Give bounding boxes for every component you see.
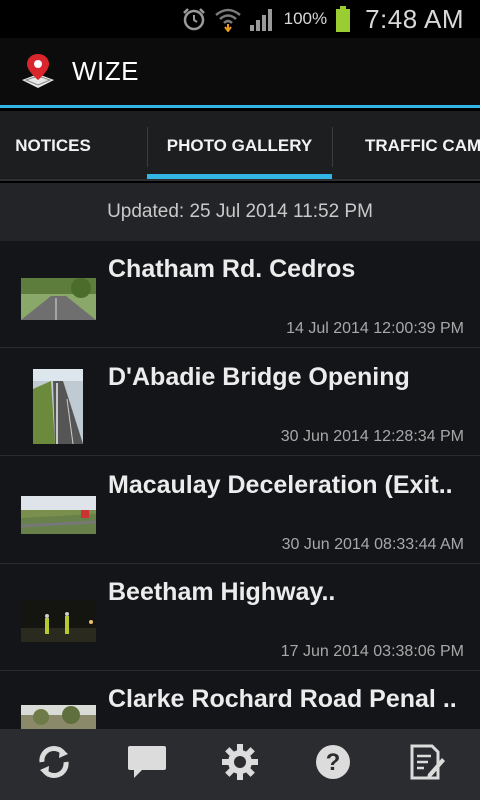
bottom-toolbar: ? [0,729,480,800]
photo-date: 14 Jul 2014 12:00:39 PM [286,320,464,337]
tab-notices[interactable]: NOTICES [0,111,106,179]
tab-label: NOTICES [15,136,91,155]
chat-icon [126,742,168,787]
tab-traffic-cams[interactable]: TRAFFIC CAMS [365,111,480,179]
battery-icon [333,5,353,33]
photo-date: 17 Jun 2014 03:38:06 PM [280,643,464,660]
refresh-button[interactable] [24,735,84,795]
map-pin-icon [20,52,56,92]
chat-button[interactable] [117,735,177,795]
photo-date: 30 Jun 2014 12:28:34 PM [280,428,464,445]
tab-photo-gallery[interactable]: PHOTO GALLERY [147,111,332,179]
edit-report-icon [406,742,446,787]
photo-thumbnail [21,705,96,729]
last-updated-label: Updated: 25 Jul 2014 11:52 PM [0,183,480,241]
help-icon: ? [313,742,353,787]
status-bar: 100% 7:48 AM [0,0,480,38]
photo-title: D'Abadie Bridge Opening [108,363,410,391]
photo-title: Macaulay Deceleration (Exit.. [108,471,453,499]
photo-date: 30 Jun 2014 08:33:44 AM [281,536,464,553]
svg-text:?: ? [325,749,340,776]
signal-icon [248,5,276,33]
photo-title: Chatham Rd. Cedros [108,255,356,283]
photo-gallery-list[interactable]: Chatham Rd. Cedros 14 Jul 2014 12:00:39 … [0,241,480,729]
list-item[interactable]: Clarke Rochard Road Penal .. [0,671,480,729]
tab-bar: NOTICES PHOTO GALLERY TRAFFIC CAMS [0,111,480,181]
settings-icon [220,742,260,787]
report-button[interactable] [396,735,456,795]
photo-title: Clarke Rochard Road Penal .. [108,685,457,713]
action-bar: WIZE [0,38,480,108]
help-button[interactable]: ? [303,735,363,795]
selected-tab-indicator [147,174,332,179]
tab-label: PHOTO GALLERY [166,136,313,155]
photo-title: Beetham Highway.. [108,578,336,606]
app-title: WIZE [72,56,139,86]
list-item[interactable]: Beetham Highway.. 17 Jun 2014 03:38:06 P… [0,564,480,671]
refresh-icon [34,742,74,787]
tab-divider [332,127,333,167]
list-item[interactable]: Chatham Rd. Cedros 14 Jul 2014 12:00:39 … [0,241,480,348]
list-item[interactable]: Macaulay Deceleration (Exit.. 30 Jun 201… [0,457,480,564]
settings-button[interactable] [210,735,270,795]
photo-thumbnail [33,369,83,444]
alarm-icon [180,5,208,33]
photo-thumbnail [21,496,96,534]
tab-label: TRAFFIC CAMS [365,136,480,155]
photo-thumbnail [21,600,96,642]
photo-thumbnail [21,278,96,320]
list-item[interactable]: D'Abadie Bridge Opening 30 Jun 2014 12:2… [0,349,480,456]
clock: 7:48 AM [365,3,464,34]
battery-percent: 100% [283,9,328,28]
wifi-icon [214,5,242,33]
